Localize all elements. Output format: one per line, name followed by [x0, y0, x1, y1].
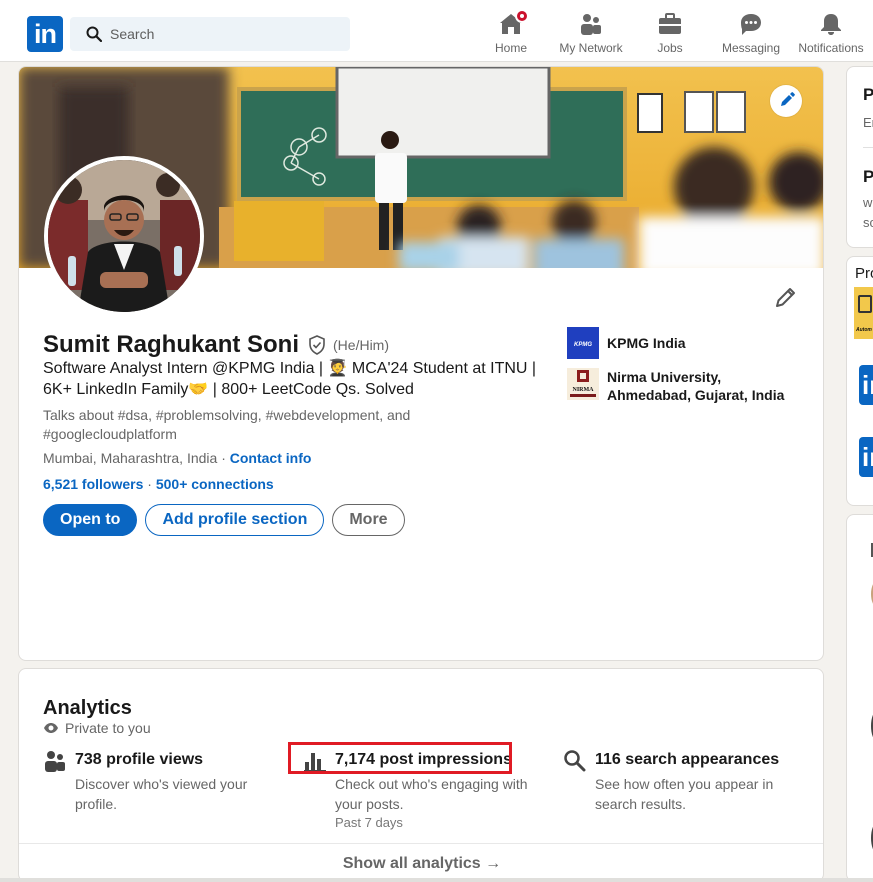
- analytics-period: Past 7 days: [335, 815, 403, 830]
- jobs-icon: [658, 12, 682, 36]
- rail-card-suggestions: [846, 514, 873, 882]
- analytics-description: See how often you appear in search resul…: [595, 776, 774, 812]
- edit-banner-button[interactable]: [770, 85, 802, 117]
- profile-headline: Software Analyst Intern @KPMG India | 🧑‍…: [43, 360, 537, 398]
- rail-title[interactable]: P: [863, 167, 873, 187]
- pencil-icon: [776, 288, 795, 307]
- svg-text:NIRMA: NIRMA: [573, 387, 595, 393]
- location-text: Mumbai, Maharashtra, India: [43, 450, 218, 466]
- nirma-university-logo: NIRMA: [567, 368, 599, 400]
- highlight-box: [288, 742, 512, 774]
- separator: ·: [143, 476, 156, 492]
- divider: [863, 147, 873, 148]
- analytics-description: Discover who's viewed your profile.: [75, 776, 248, 812]
- home-icon: [499, 9, 529, 36]
- profile-card: Sumit Raghukant Soni (He/Him) Software A…: [18, 66, 824, 661]
- org-name: Nirma University, Ahmedabad, Gujarat, In…: [607, 369, 785, 403]
- verified-shield-icon[interactable]: [307, 335, 327, 355]
- rail-card-promoted: Pro Autom in in: [846, 256, 873, 506]
- nav-label: Jobs: [657, 41, 683, 55]
- show-all-analytics-button[interactable]: Show all analytics →: [19, 843, 823, 881]
- search-icon: [86, 26, 102, 42]
- followers-link[interactable]: 6,521 followers: [43, 476, 143, 492]
- rail-card-profile-settings: P Er P w sc: [846, 66, 873, 248]
- rail-subtitle: w: [863, 195, 873, 210]
- nav-jobs[interactable]: Jobs: [652, 12, 688, 58]
- edit-profile-button[interactable]: [774, 285, 798, 309]
- private-label: Private to you: [65, 720, 151, 736]
- linkedin-logo[interactable]: in: [27, 16, 63, 52]
- profile-name: Sumit Raghukant Soni: [43, 331, 300, 358]
- contact-info-link[interactable]: Contact info: [230, 450, 312, 466]
- connections-link[interactable]: 500+ connections: [156, 476, 274, 492]
- nav-messaging[interactable]: Messaging: [720, 12, 782, 58]
- bottom-divider: [0, 878, 873, 882]
- nav-label: Messaging: [721, 41, 781, 55]
- rail-subtitle: Er: [863, 115, 873, 130]
- pronouns: (He/Him): [333, 337, 390, 353]
- analytics-headline: 738 profile views: [75, 751, 204, 768]
- talks-about: Talks about #dsa, #problemsolving, #webd…: [43, 407, 411, 442]
- people-icon: [45, 751, 65, 772]
- linkedin-logo[interactable]: in: [859, 365, 873, 405]
- linkedin-logo[interactable]: in: [859, 437, 873, 477]
- kpmg-logo: KPMG: [567, 327, 599, 359]
- messaging-icon: [739, 12, 763, 36]
- org-kpmg[interactable]: KPMG KPMG India: [567, 327, 686, 359]
- notification-dot: [515, 9, 529, 23]
- org-nirma[interactable]: NIRMA Nirma University, Ahmedabad, Gujar…: [567, 368, 797, 404]
- nav-my-network[interactable]: My Network: [556, 12, 626, 58]
- svg-text:KPMG: KPMG: [574, 342, 592, 348]
- org-name: KPMG India: [607, 335, 686, 351]
- name-row: Sumit Raghukant Soni (He/Him): [43, 331, 389, 359]
- analytics-title: Analytics: [43, 697, 132, 719]
- location-row: Mumbai, Maharashtra, India · Contact inf…: [43, 450, 311, 466]
- eye-icon: [44, 723, 58, 733]
- more-button[interactable]: More: [332, 504, 405, 536]
- analytics-headline: 116 search appearances: [595, 751, 780, 768]
- bell-icon: [819, 12, 843, 36]
- top-nav: in Home My Network Jobs Messaging Notifi…: [0, 0, 873, 62]
- search-input[interactable]: [110, 17, 340, 51]
- svg-text:Autom: Autom: [855, 327, 872, 333]
- nav-label: Notifications: [798, 41, 864, 55]
- search-icon: [564, 750, 586, 772]
- open-to-button[interactable]: Open to: [43, 504, 138, 536]
- rail-title: Pro: [855, 265, 873, 282]
- network-icon: [579, 12, 603, 36]
- private-indicator: Private to you: [43, 720, 151, 736]
- rail-subtitle: sc: [863, 215, 873, 230]
- analytics-description: Check out who's engaging with your posts…: [335, 776, 528, 812]
- analytics-card: Analytics Private to you 738 profile vie…: [18, 668, 824, 882]
- add-profile-section-button[interactable]: Add profile section: [145, 504, 325, 536]
- pencil-icon: [781, 92, 795, 106]
- search-bar[interactable]: [70, 17, 350, 51]
- rail-title[interactable]: P: [863, 85, 873, 105]
- counts-row: 6,521 followers · 500+ connections: [43, 476, 274, 492]
- profile-photo[interactable]: [44, 156, 204, 316]
- profile-actions: Open to Add profile section More: [43, 504, 405, 536]
- promoted-ad-image[interactable]: Autom: [854, 287, 873, 339]
- nav-label: My Network: [559, 41, 623, 55]
- nav-notifications[interactable]: Notifications: [796, 12, 866, 58]
- nav-label: Home: [494, 41, 527, 55]
- nav-home[interactable]: Home: [488, 9, 534, 58]
- separator: ·: [217, 450, 230, 466]
